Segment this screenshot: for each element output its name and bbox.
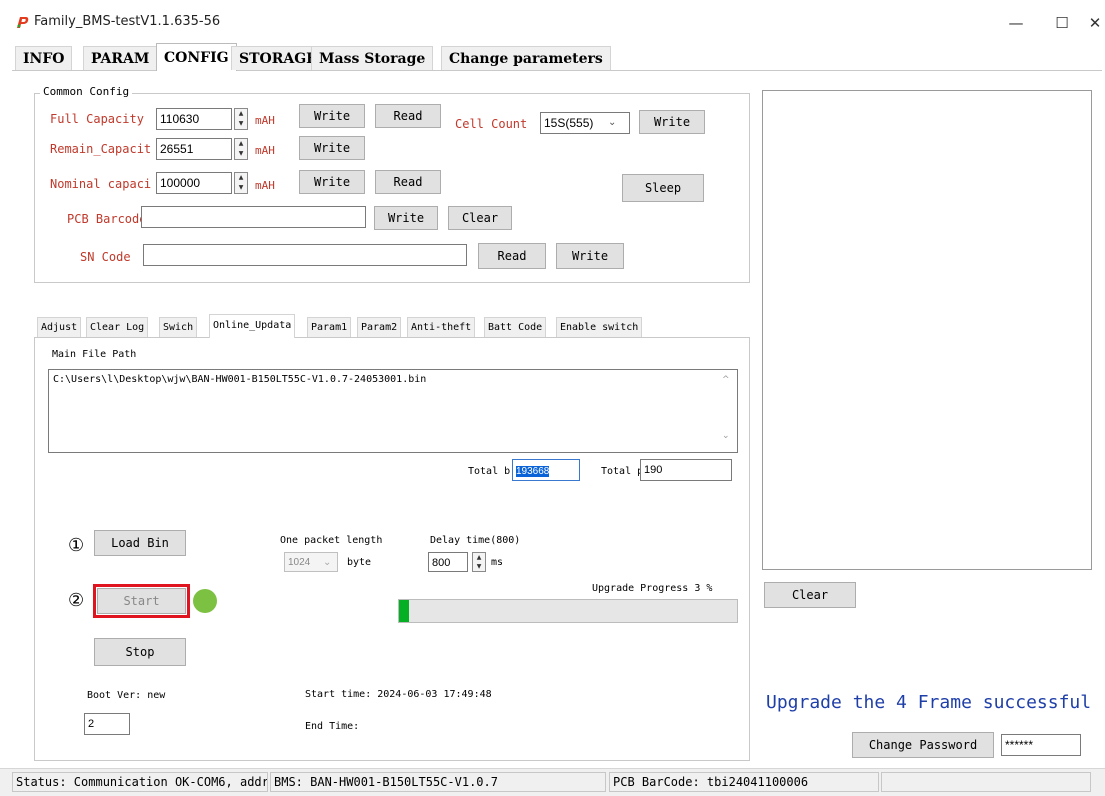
upgrade-progress-bar xyxy=(398,599,738,623)
pcb-barcode-write-button[interactable]: Write xyxy=(374,206,438,230)
tab-param2[interactable]: Param2 xyxy=(357,317,402,337)
remain-capacity-input[interactable]: 26551 xyxy=(156,138,232,160)
sn-code-write-button[interactable]: Write xyxy=(556,243,624,269)
end-time-label: End Time: xyxy=(305,721,360,732)
nominal-capacity-unit: mAH xyxy=(255,179,275,192)
status-communication: Status: Communication OK-COM6, addr=0 xyxy=(12,772,268,792)
cell-count-select[interactable]: 15S(555) xyxy=(540,112,630,134)
ms-unit-label: ms xyxy=(491,557,504,568)
delay-time-spinner[interactable]: ▲ ▼ xyxy=(472,552,486,572)
remain-capacity-spinner[interactable]: ▲ ▼ xyxy=(234,138,248,160)
tab-online-updata[interactable]: Online_Updata xyxy=(209,314,296,338)
delay-time-label: Delay time(800) xyxy=(430,535,521,546)
start-time-label: Start time: 2024-06-03 17:49:48 xyxy=(305,689,492,700)
tab-swich[interactable]: Swich xyxy=(159,317,198,337)
cell-count-write-button[interactable]: Write xyxy=(639,110,705,134)
tab-config[interactable]: CONFIG xyxy=(156,43,237,71)
tab-clear-log[interactable]: Clear Log xyxy=(86,317,149,337)
packet-length-value: 1024 xyxy=(288,557,311,568)
nominal-capacity-spinner[interactable]: ▲ ▼ xyxy=(234,172,248,194)
step-2-marker: ② xyxy=(68,590,85,611)
log-clear-button[interactable]: Clear xyxy=(764,582,856,608)
cell-count-label: Cell Count xyxy=(455,117,528,131)
tab-param1[interactable]: Param1 xyxy=(307,317,352,337)
nominal-capacity-read-button[interactable]: Read xyxy=(375,170,441,194)
status-pcb-barcode: PCB BarCode: tbi24041100006 xyxy=(609,772,879,792)
total-packets-input[interactable]: 190 xyxy=(640,459,732,481)
app-icon xyxy=(14,14,30,30)
full-capacity-spinner[interactable]: ▲ ▼ xyxy=(234,108,248,130)
sn-code-read-button[interactable]: Read xyxy=(478,243,546,269)
start-button[interactable]: Start xyxy=(97,588,186,614)
pcb-barcode-input[interactable] xyxy=(141,206,366,228)
minimize-button[interactable]: — xyxy=(993,8,1039,38)
total-bytes-input[interactable]: 193668 xyxy=(512,459,580,481)
window-title: Family_BMS-testV1.1.635-56 xyxy=(34,14,221,29)
password-field[interactable]: ****** xyxy=(1001,734,1081,756)
main-file-path-label: Main File Path xyxy=(52,349,137,360)
tab-param[interactable]: PARAM xyxy=(83,46,158,70)
tab-adjust[interactable]: Adjust xyxy=(37,317,82,337)
total-bytes-label: Total b xyxy=(468,466,511,477)
close-button[interactable]: ✕ xyxy=(1085,8,1105,38)
tab-anti-theft[interactable]: Anti-theft xyxy=(407,317,476,337)
chevron-down-icon[interactable]: ⌄ xyxy=(608,117,616,128)
boot-ver-input[interactable]: 2 xyxy=(84,713,130,735)
cell-count-value: 15S(555) xyxy=(544,116,594,130)
tab-change-parameters[interactable]: Change parameters xyxy=(441,46,611,70)
load-bin-button[interactable]: Load Bin xyxy=(94,530,186,556)
common-config-label: Common Config xyxy=(40,85,133,98)
remain-capacity-write-button[interactable]: Write xyxy=(299,136,365,160)
log-textarea[interactable] xyxy=(762,90,1092,570)
maximize-button[interactable]: ☐ xyxy=(1039,8,1085,38)
full-capacity-write-button[interactable]: Write xyxy=(299,104,365,128)
remain-capacity-label: Remain_Capacit xyxy=(50,142,152,156)
upgrade-progress-label: Upgrade Progress 3 % xyxy=(592,583,713,594)
tab-batt-code[interactable]: Batt Code xyxy=(484,317,547,337)
one-packet-length-label: One packet length xyxy=(280,535,383,546)
pcb-barcode-label: PCB Barcode xyxy=(67,212,147,226)
main-file-path-value: C:\Users\l\Desktop\wjw\BAN-HW001-B150LT5… xyxy=(53,374,427,385)
byte-unit-label: byte xyxy=(347,557,372,568)
step-1-marker: ① xyxy=(68,535,85,556)
tab-enable-switch[interactable]: Enable switch xyxy=(556,317,643,337)
delay-time-input[interactable]: 800 xyxy=(428,552,468,572)
stop-button[interactable]: Stop xyxy=(94,638,186,666)
full-capacity-label: Full Capacity xyxy=(50,112,144,126)
remain-capacity-unit: mAH xyxy=(255,144,275,157)
upgrade-status-message: Upgrade the 4 Frame successful xyxy=(766,692,1092,713)
status-empty-cell xyxy=(881,772,1091,792)
change-password-button[interactable]: Change Password xyxy=(852,732,994,758)
sn-code-label: SN Code xyxy=(80,250,131,264)
total-bytes-value: 193668 xyxy=(516,466,550,477)
tab-mass-storage[interactable]: Mass Storage xyxy=(311,46,434,70)
scroll-down-icon[interactable]: ⌄ xyxy=(722,431,730,441)
chevron-down-icon: ⌄ xyxy=(323,557,332,568)
pcb-barcode-clear-button[interactable]: Clear xyxy=(448,206,512,230)
nominal-capacity-write-button[interactable]: Write xyxy=(299,170,365,194)
nominal-capacity-label: Nominal capaci xyxy=(50,177,152,191)
status-bms: BMS: BAN-HW001-B150LT55C-V1.0.7 xyxy=(270,772,606,792)
packet-length-select[interactable]: 1024 ⌄ xyxy=(284,552,338,572)
sleep-button[interactable]: Sleep xyxy=(622,174,704,202)
sn-code-input[interactable] xyxy=(143,244,467,266)
nominal-capacity-input[interactable]: 100000 xyxy=(156,172,232,194)
upgrade-progress-fill xyxy=(399,600,410,622)
full-capacity-input[interactable]: 110630 xyxy=(156,108,232,130)
boot-ver-label: Boot Ver: new xyxy=(87,690,166,701)
full-capacity-read-button[interactable]: Read xyxy=(375,104,441,128)
full-capacity-unit: mAH xyxy=(255,114,275,127)
scroll-up-icon[interactable]: ^ xyxy=(722,375,730,385)
status-indicator-dot xyxy=(193,589,217,613)
total-packets-label: Total p xyxy=(601,466,644,477)
tab-info[interactable]: INFO xyxy=(15,46,73,70)
main-file-path-textarea[interactable]: C:\Users\l\Desktop\wjw\BAN-HW001-B150LT5… xyxy=(48,369,738,453)
